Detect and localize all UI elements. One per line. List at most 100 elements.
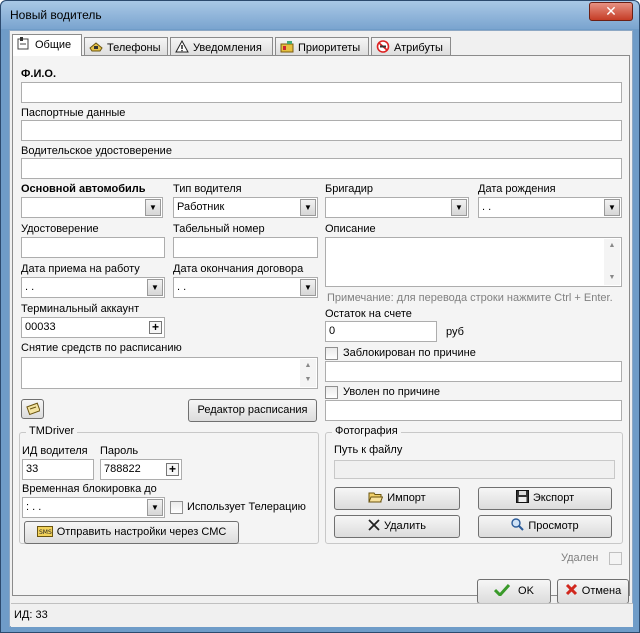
- description-scrollbar[interactable]: ▲ ▼: [604, 239, 620, 285]
- save-icon: [515, 490, 529, 511]
- schedule-icon-button[interactable]: [21, 399, 44, 419]
- birth-date-picker[interactable]: . . ▼: [478, 197, 622, 218]
- tab-notifications-label: Уведомления: [193, 42, 262, 54]
- tab-phones[interactable]: Телефоны: [84, 37, 168, 55]
- import-button[interactable]: Импорт: [334, 487, 460, 510]
- plus-icon[interactable]: +: [149, 321, 162, 334]
- password-label: Пароль: [100, 445, 139, 457]
- cancel-icon: [565, 582, 578, 605]
- tab-attributes-label: Атрибуты: [394, 42, 443, 54]
- tmdriver-title: TMDriver: [26, 425, 78, 437]
- chevron-down-icon[interactable]: ▼: [300, 199, 316, 216]
- plus-icon[interactable]: +: [166, 463, 179, 476]
- fio-label: Ф.И.О.: [21, 68, 57, 80]
- description-hint: Примечание: для перевода строки нажмите …: [327, 292, 613, 304]
- scroll-down-icon[interactable]: ▼: [300, 373, 316, 387]
- tab-attributes[interactable]: Атрибуты: [371, 37, 451, 55]
- terminal-account-input[interactable]: 00033 +: [21, 317, 165, 338]
- license-label: Водительское удостоверение: [21, 145, 172, 157]
- description-textarea[interactable]: ▲ ▼: [325, 237, 622, 287]
- license-input[interactable]: [21, 158, 622, 179]
- status-id: ИД: 33: [14, 609, 48, 621]
- magnifier-icon: [511, 518, 525, 539]
- photo-path-input: [334, 460, 615, 479]
- checkmark-icon: [493, 582, 511, 605]
- fired-checkbox[interactable]: [325, 386, 338, 399]
- main-car-select[interactable]: ▼: [21, 197, 163, 218]
- schedule-charge-scrollbar[interactable]: ▲ ▼: [300, 359, 316, 387]
- cancel-button[interactable]: Отмена: [557, 579, 629, 604]
- chevron-down-icon[interactable]: ▼: [145, 199, 161, 216]
- title-bar: Новый водитель ✕: [1, 1, 639, 29]
- passport-label: Паспортные данные: [21, 107, 126, 119]
- ok-label: OK: [518, 585, 534, 597]
- contract-end-picker[interactable]: . . ▼: [173, 277, 318, 298]
- balance-label: Остаток на счете: [325, 308, 412, 320]
- fio-input[interactable]: [21, 82, 622, 103]
- main-car-label: Основной автомобиль: [21, 183, 146, 195]
- tab-general-label: Общие: [35, 39, 72, 51]
- temp-block-picker[interactable]: : . . ▼: [22, 497, 165, 518]
- tab-priorities[interactable]: Приоритеты: [275, 37, 369, 55]
- birth-date-label: Дата рождения: [478, 183, 556, 195]
- scroll-up-icon[interactable]: ▲: [300, 359, 316, 373]
- photo-group: Фотография Путь к файлу Импорт Экспорт У…: [325, 425, 623, 544]
- dialog-body: Общие Телефоны Уведомления Приоритеты Ат…: [9, 30, 633, 627]
- tab-phones-label: Телефоны: [107, 42, 161, 54]
- scroll-down-icon[interactable]: ▼: [604, 271, 620, 285]
- chevron-down-icon[interactable]: ▼: [147, 279, 163, 296]
- priority-icon: [280, 40, 294, 53]
- brigadier-select[interactable]: ▼: [325, 197, 469, 218]
- passport-input[interactable]: [21, 120, 622, 141]
- delete-label: Удалить: [384, 520, 426, 532]
- password-input[interactable]: 788822 +: [100, 459, 182, 480]
- delete-icon: [368, 518, 380, 539]
- send-sms-button[interactable]: SMS Отправить настройки через СМС: [24, 521, 239, 544]
- driver-id-input[interactable]: 33: [22, 459, 94, 480]
- schedule-charge-textarea[interactable]: ▲ ▼: [21, 357, 318, 389]
- delete-button[interactable]: Удалить: [334, 515, 460, 538]
- schedule-editor-button[interactable]: Редактор расписания: [188, 399, 317, 422]
- balance-input[interactable]: 0: [325, 321, 437, 342]
- ok-button[interactable]: OK: [477, 579, 551, 604]
- tab-notifications[interactable]: Уведомления: [170, 37, 273, 55]
- view-button[interactable]: Просмотр: [478, 515, 612, 538]
- chevron-down-icon[interactable]: ▼: [147, 499, 163, 516]
- no-entry-icon: [376, 40, 390, 53]
- description-label: Описание: [325, 223, 376, 235]
- tmdriver-group: TMDriver ИД водителя 33 Пароль 788822 + …: [19, 425, 319, 544]
- window-title: Новый водитель: [10, 8, 102, 22]
- phone-icon: [89, 40, 103, 53]
- folder-open-icon: [368, 490, 384, 511]
- svg-text:SMS: SMS: [39, 529, 52, 536]
- cancel-label: Отмена: [581, 585, 622, 597]
- contract-end-label: Дата окончания договора: [173, 263, 304, 275]
- photo-path-label: Путь к файлу: [334, 444, 403, 456]
- birth-date-value: . .: [482, 201, 492, 213]
- hire-date-picker[interactable]: . . ▼: [21, 277, 165, 298]
- telerelay-checkbox[interactable]: [170, 501, 183, 514]
- blocked-checkbox[interactable]: [325, 347, 338, 360]
- driver-type-select[interactable]: Работник ▼: [173, 197, 318, 218]
- sms-icon: SMS: [36, 524, 53, 545]
- scroll-up-icon[interactable]: ▲: [604, 239, 620, 253]
- close-button[interactable]: ✕: [589, 2, 633, 21]
- chevron-down-icon[interactable]: ▼: [604, 199, 620, 216]
- tab-priorities-label: Приоритеты: [298, 42, 361, 54]
- warning-icon: [175, 39, 189, 53]
- certificate-input[interactable]: [21, 237, 165, 258]
- status-bar: ИД: 33: [11, 603, 633, 627]
- tab-general[interactable]: Общие: [12, 34, 82, 56]
- photo-title: Фотография: [332, 425, 401, 437]
- chevron-down-icon[interactable]: ▼: [300, 279, 316, 296]
- tab-number-label: Табельный номер: [173, 223, 265, 235]
- driver-type-label: Тип водителя: [173, 183, 242, 195]
- view-label: Просмотр: [528, 520, 579, 532]
- fired-reason-input[interactable]: [325, 400, 622, 421]
- export-button[interactable]: Экспорт: [478, 487, 612, 510]
- tab-number-input[interactable]: [173, 237, 318, 258]
- terminal-account-value: 00033: [25, 321, 56, 333]
- blocked-reason-input[interactable]: [325, 361, 622, 382]
- notepad-icon: [25, 402, 41, 419]
- chevron-down-icon[interactable]: ▼: [451, 199, 467, 216]
